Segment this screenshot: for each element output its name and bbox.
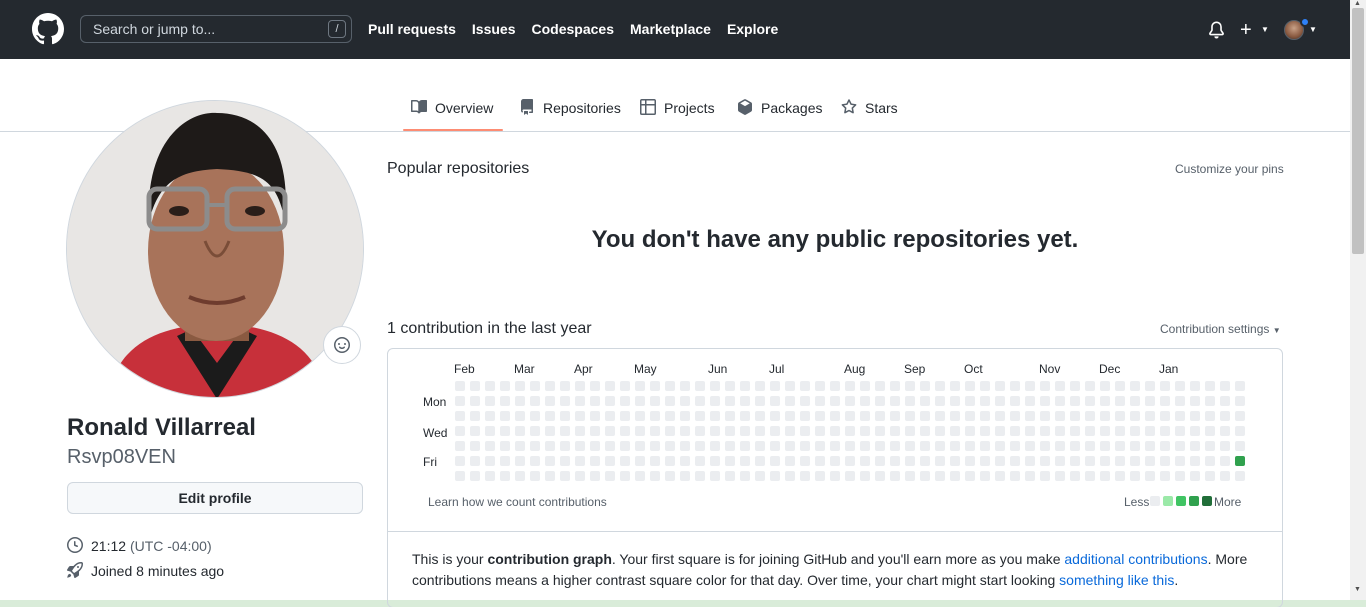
repo-icon — [521, 99, 533, 115]
month-label: Feb — [454, 362, 475, 376]
star-icon — [841, 99, 857, 114]
info-text-1: This is your — [412, 551, 488, 567]
month-label: Aug — [844, 362, 866, 376]
table-icon — [640, 99, 656, 115]
nav-issues[interactable]: Issues — [472, 21, 516, 37]
tab-label: Packages — [761, 100, 823, 116]
additional-contributions-link[interactable]: additional contributions — [1064, 551, 1207, 567]
tab-label: Overview — [435, 100, 494, 116]
bell-icon[interactable] — [1208, 21, 1225, 39]
search-shortcut-key: / — [328, 20, 346, 38]
month-label: Mar — [514, 362, 535, 376]
nav-codespaces[interactable]: Codespaces — [532, 21, 614, 37]
contribution-settings-dropdown[interactable]: Contribution settings ▼ — [1160, 322, 1281, 336]
customize-pins-link[interactable]: Customize your pins — [1175, 162, 1284, 176]
caret-down-icon: ▼ — [1272, 326, 1281, 335]
global-nav: Pull requests Issues Codespaces Marketpl… — [368, 21, 794, 37]
rocket-icon — [67, 562, 83, 578]
legend-level-3 — [1189, 496, 1199, 506]
legend-more-label: More — [1214, 495, 1242, 509]
legend-level-0 — [1150, 496, 1160, 506]
edit-profile-button[interactable]: Edit profile — [67, 482, 363, 514]
legend-level-1 — [1163, 496, 1173, 506]
search-box[interactable]: / — [80, 15, 352, 43]
month-label: Nov — [1039, 362, 1061, 376]
legend-level-4 — [1202, 496, 1212, 506]
month-label: May — [634, 362, 657, 376]
selected-tab-indicator — [403, 129, 503, 131]
profile-avatar[interactable] — [66, 100, 364, 398]
clock-icon — [67, 537, 83, 553]
month-label: Dec — [1099, 362, 1121, 376]
month-label: Jun — [708, 362, 728, 376]
something-like-this-link[interactable]: something like this — [1059, 572, 1174, 588]
legend-less-label: Less — [1124, 495, 1150, 509]
empty-repositories-message: You don't have any public repositories y… — [591, 226, 1079, 253]
info-text-2: . Your first square is for joining GitHu… — [611, 551, 1065, 567]
joined-text: Joined 8 minutes ago — [91, 563, 225, 579]
profile-login: Rsvp08VEN — [67, 446, 176, 468]
month-label: Jul — [769, 362, 785, 376]
graph-divider — [388, 531, 1282, 532]
scroll-up-arrow-icon[interactable]: ▲ — [1354, 0, 1361, 7]
info-bold: contribution graph — [487, 551, 612, 567]
smiley-icon — [334, 337, 350, 353]
book-icon — [411, 99, 427, 114]
scroll-down-arrow-icon[interactable]: ▼ — [1354, 586, 1361, 593]
create-new-plus-icon[interactable]: + — [1240, 20, 1252, 40]
nav-pull-requests[interactable]: Pull requests — [368, 21, 456, 37]
month-label: Apr — [574, 362, 593, 376]
nav-marketplace[interactable]: Marketplace — [630, 21, 711, 37]
profile-name: Ronald Villarreal — [67, 414, 256, 441]
nav-explore[interactable]: Explore — [727, 21, 778, 37]
month-label: Sep — [904, 362, 926, 376]
legend-level-2 — [1176, 496, 1186, 506]
day-label: Fri — [423, 455, 437, 469]
tab-label: Stars — [865, 100, 898, 116]
set-status-button[interactable] — [323, 326, 361, 364]
month-label: Jan — [1159, 362, 1179, 376]
contribution-settings-label: Contribution settings — [1160, 322, 1270, 336]
tab-label: Repositories — [543, 100, 621, 116]
profile-photo-icon — [67, 101, 363, 397]
search-input[interactable] — [81, 16, 351, 42]
day-label: Wed — [423, 426, 448, 440]
info-text-4: . — [1174, 572, 1179, 588]
caret-down-icon[interactable]: ▼ — [1261, 25, 1269, 34]
github-logo-icon[interactable] — [32, 13, 64, 45]
popular-repositories-title: Popular repositories — [387, 160, 530, 177]
contribution-graph-info: This is your contribution graph. Your fi… — [412, 549, 1252, 591]
caret-down-icon[interactable]: ▼ — [1309, 25, 1317, 34]
package-icon — [738, 99, 752, 115]
local-time: 21:12 — [91, 538, 127, 554]
day-label: Mon — [423, 395, 447, 409]
tab-label: Projects — [664, 100, 715, 116]
learn-contributions-link[interactable]: Learn how we count contributions — [428, 495, 607, 509]
timezone: (UTC -04:00) — [129, 538, 212, 554]
month-label: Oct — [964, 362, 983, 376]
scrollbar-thumb[interactable] — [1352, 8, 1364, 254]
contributions-title: 1 contribution in the last year — [387, 320, 592, 337]
